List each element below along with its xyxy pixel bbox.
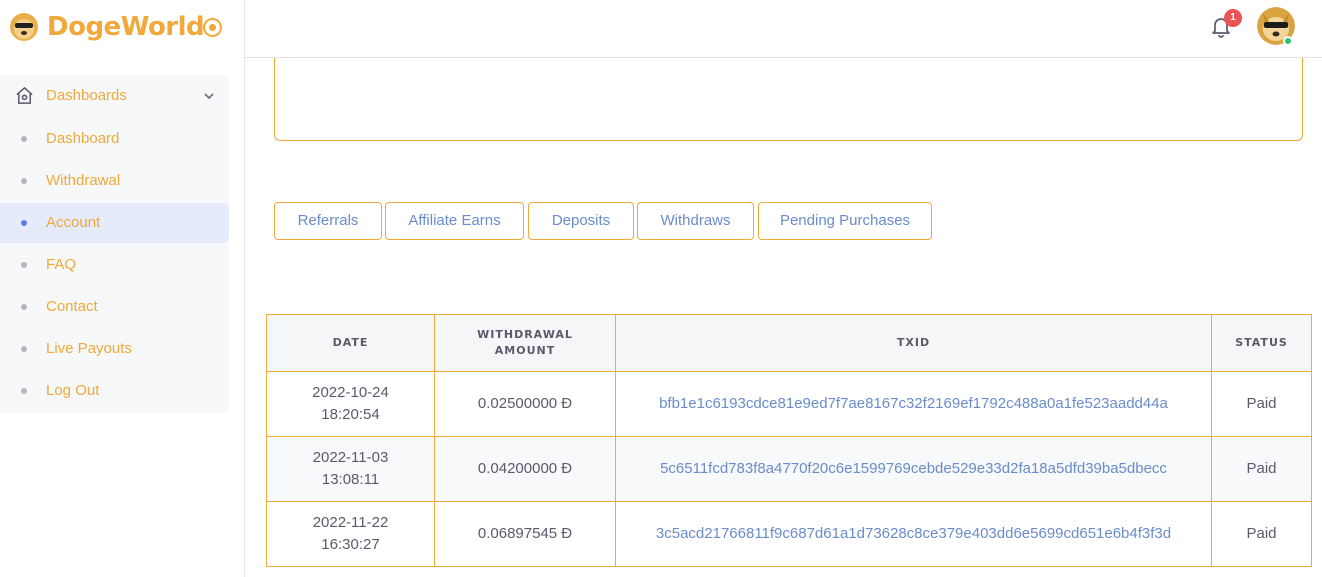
tab-deposits[interactable]: Deposits <box>528 202 634 240</box>
column-header-txid: TXID <box>615 314 1212 372</box>
time-value: 13:08:11 <box>321 471 380 488</box>
sidebar-item-faq[interactable]: FAQ <box>0 245 229 285</box>
status-cell: Paid <box>1211 436 1312 502</box>
sidebar-item-label: Account <box>46 214 101 231</box>
bullet-icon <box>21 136 27 142</box>
table-header-row: DATE WITHDRAWAL AMOUNT TXID STATUS <box>266 314 1312 372</box>
tab-withdraws[interactable]: Withdraws <box>637 202 754 240</box>
bullet-icon <box>21 220 27 226</box>
sidebar-item-label: Withdrawal <box>46 172 121 189</box>
date-cell: 2022-11-03 13:08:11 <box>266 436 435 502</box>
txid-link[interactable]: bfb1e1c6193cdce81e9ed7f7ae8167c32f2169ef… <box>615 371 1212 437</box>
date-value: 2022-10-24 <box>312 384 389 401</box>
bullet-icon <box>21 178 27 184</box>
time-value: 18:20:54 <box>321 406 380 423</box>
sidebar-group-label: Dashboards <box>46 87 127 104</box>
sidebar-group-dashboards[interactable]: Dashboards <box>0 75 229 117</box>
content-card <box>274 58 1303 141</box>
withdrawals-table: DATE WITHDRAWAL AMOUNT TXID STATUS 2022-… <box>266 314 1312 567</box>
sidebar-item-account[interactable]: Account <box>0 203 229 243</box>
sidebar-item-label: Log Out <box>46 382 100 399</box>
sidebar-item-log-out[interactable]: Log Out <box>0 371 229 411</box>
online-status-dot <box>1283 36 1293 46</box>
amount-cell: 0.06897545 Đ <box>434 501 616 567</box>
tab-affiliate-earns[interactable]: Affiliate Earns <box>385 202 524 240</box>
sidebar-item-label: Contact <box>46 298 98 315</box>
date-cell: 2022-10-24 18:20:54 <box>266 371 435 437</box>
sidebar: DogeWorld Dashboards Dashboard Withdrawa… <box>0 0 245 577</box>
date-value: 2022-11-22 <box>312 514 389 531</box>
bullet-icon <box>21 262 27 268</box>
brand[interactable]: DogeWorld <box>10 12 205 42</box>
status-cell: Paid <box>1211 371 1312 437</box>
txid-link[interactable]: 3c5acd21766811f9c687d61a1d73628c8ce379e4… <box>615 501 1212 567</box>
table-row: 2022-11-03 13:08:11 0.04200000 Đ 5c6511fc… <box>266 436 1312 502</box>
column-header-status: STATUS <box>1211 314 1312 372</box>
tab-referrals[interactable]: Referrals <box>274 202 382 240</box>
doge-logo-icon <box>10 13 38 41</box>
column-header-withdrawal-amount: WITHDRAWAL AMOUNT <box>434 314 616 372</box>
brand-name: DogeWorld <box>47 12 205 42</box>
table-row: 2022-11-22 16:30:27 0.06897545 Đ 3c5acd21… <box>266 501 1312 567</box>
amount-cell: 0.04200000 Đ <box>434 436 616 502</box>
table-row: 2022-10-24 18:20:54 0.02500000 Đ bfb1e1c6… <box>266 371 1312 437</box>
column-header-label: WITHDRAWAL AMOUNT <box>477 328 573 357</box>
home-icon <box>16 86 33 104</box>
status-cell: Paid <box>1211 501 1312 567</box>
sidebar-item-label: Live Payouts <box>46 340 132 357</box>
sidebar-menu: Dashboards Dashboard Withdrawal Account … <box>0 75 229 413</box>
txid-link[interactable]: 5c6511fcd783f8a4770f20c6e1599769cebde529… <box>615 436 1212 502</box>
time-value: 16:30:27 <box>321 536 380 553</box>
tab-pending-purchases[interactable]: Pending Purchases <box>758 202 932 240</box>
sidebar-item-label: Dashboard <box>46 130 120 147</box>
notification-badge: 1 <box>1224 9 1242 27</box>
chevron-down-icon <box>204 93 214 100</box>
bullet-icon <box>21 304 27 310</box>
sidebar-item-dashboard[interactable]: Dashboard <box>0 119 229 159</box>
sidebar-item-contact[interactable]: Contact <box>0 287 229 327</box>
date-cell: 2022-11-22 16:30:27 <box>266 501 435 567</box>
sidebar-item-label: FAQ <box>46 256 77 273</box>
topbar: 1 <box>245 0 1322 58</box>
date-value: 2022-11-03 <box>312 449 389 466</box>
sidebar-collapse-toggle[interactable] <box>203 18 222 37</box>
bullet-icon <box>21 388 27 394</box>
amount-cell: 0.02500000 Đ <box>434 371 616 437</box>
column-header-date: DATE <box>266 314 435 372</box>
bullet-icon <box>21 346 27 352</box>
sidebar-item-live-payouts[interactable]: Live Payouts <box>0 329 229 369</box>
sidebar-item-withdrawal[interactable]: Withdrawal <box>0 161 229 201</box>
